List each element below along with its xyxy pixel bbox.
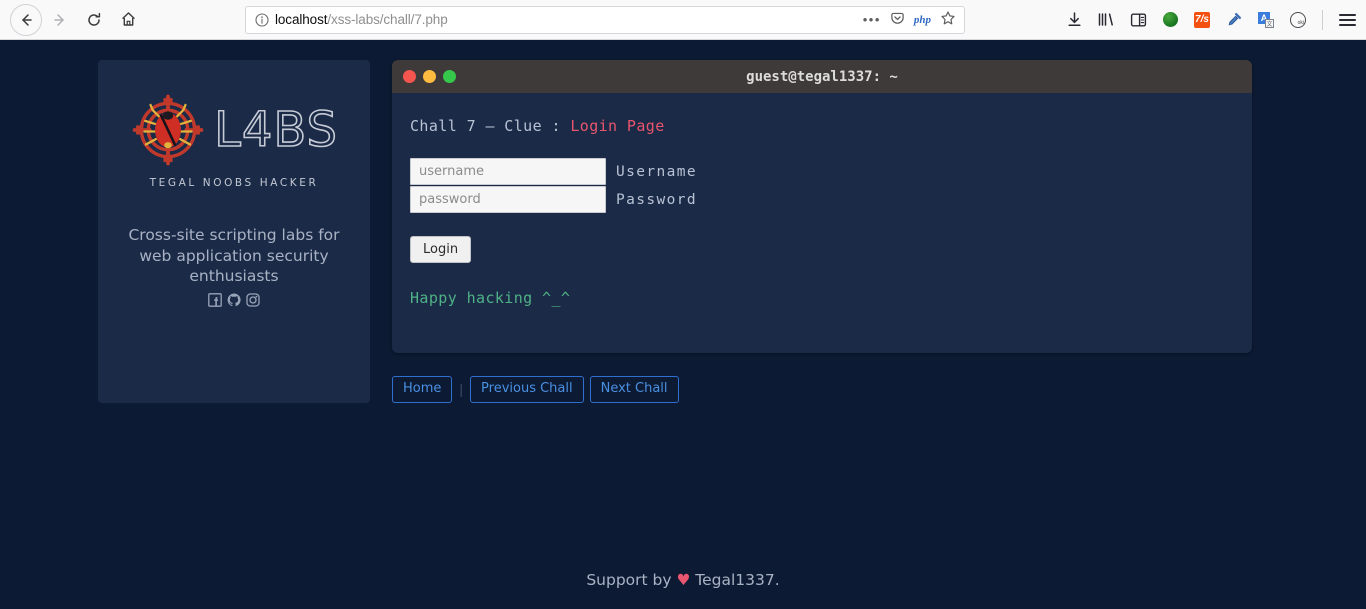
terminal-title: guest@tegal1337: ~ xyxy=(746,68,898,85)
extension-orange-icon[interactable]: 7/s xyxy=(1191,9,1213,31)
facebook-icon[interactable] xyxy=(208,292,222,307)
sidebar-icon[interactable] xyxy=(1127,9,1149,31)
social-links xyxy=(116,292,352,307)
close-traffic-light[interactable] xyxy=(403,70,416,83)
logo-wordmark: L4BS xyxy=(213,102,338,158)
instagram-icon[interactable] xyxy=(246,293,260,307)
page-footer: Support by ♥ Tegal1337. xyxy=(0,571,1366,589)
translate-icon[interactable]: A 文 xyxy=(1255,9,1277,31)
star-icon[interactable] xyxy=(940,10,956,29)
url-path: /xss-labs/chall/7.php xyxy=(327,12,448,27)
password-input[interactable] xyxy=(410,186,606,213)
reload-button[interactable] xyxy=(78,4,110,36)
password-label: Password xyxy=(616,191,698,208)
challenge-navigation: Home | Previous Chall Next Chall xyxy=(392,376,1252,403)
navigation-buttons xyxy=(10,3,144,36)
minimize-traffic-light[interactable] xyxy=(423,70,436,83)
username-input[interactable] xyxy=(410,158,606,185)
extension-green-globe-icon[interactable] xyxy=(1159,9,1181,31)
clue-prefix: Chall 7 — Clue : xyxy=(410,117,571,135)
address-bar[interactable]: localhost/xss-labs/chall/7.php ••• php xyxy=(245,5,965,34)
footer-suffix: Tegal1337. xyxy=(690,571,780,589)
address-bar-container: localhost/xss-labs/chall/7.php ••• php xyxy=(245,5,965,34)
terminal-body: Chall 7 — Clue : Login Page Username Pas… xyxy=(392,93,1252,353)
username-label: Username xyxy=(616,163,698,180)
sidebar-tagline: Cross-site scripting labs for web applic… xyxy=(128,226,340,286)
login-button[interactable]: Login xyxy=(410,236,472,263)
main-layout: L4BS TEGAL NOOBS HACKER Cross-site scrip… xyxy=(0,40,1366,403)
terminal-window: guest@tegal1337: ~ Chall 7 — Clue : Logi… xyxy=(392,60,1252,353)
window-controls xyxy=(403,70,456,83)
php-extension-icon[interactable]: php xyxy=(914,14,931,26)
toolbar-divider xyxy=(1322,9,1323,30)
page-info-icon[interactable] xyxy=(254,12,269,27)
sidebar-card: L4BS TEGAL NOOBS HACKER Cross-site scrip… xyxy=(98,60,370,403)
happy-hacking-text: Happy hacking ^_^ xyxy=(410,289,571,307)
heart-icon: ♥ xyxy=(676,571,691,589)
downloads-icon[interactable] xyxy=(1063,9,1085,31)
previous-chall-button[interactable]: Previous Chall xyxy=(470,376,584,403)
clue-value: Login Page xyxy=(570,117,665,135)
terminal-titlebar: guest@tegal1337: ~ xyxy=(392,60,1252,93)
toolbar-right-icons: 7/s A 文 oki xyxy=(1063,9,1358,31)
terminal-area: guest@tegal1337: ~ Chall 7 — Clue : Logi… xyxy=(392,60,1252,403)
pocket-icon[interactable] xyxy=(890,11,905,29)
username-row: Username xyxy=(410,158,1234,185)
library-icon[interactable] xyxy=(1095,9,1117,31)
github-icon[interactable] xyxy=(227,293,241,307)
hamburger-menu-icon[interactable] xyxy=(1336,9,1358,31)
logo-subtitle: TEGAL NOOBS HACKER xyxy=(149,177,319,189)
login-form: Username Password Login xyxy=(410,158,1234,263)
clue-line: Chall 7 — Clue : Login Page xyxy=(410,117,1234,135)
forward-button[interactable] xyxy=(44,4,76,36)
ellipsis-icon[interactable]: ••• xyxy=(863,13,881,26)
bug-crosshair-logo-icon xyxy=(130,92,206,168)
extension-circle-label: oki xyxy=(1290,11,1306,28)
address-bar-actions: ••• php xyxy=(863,10,958,29)
home-link-button[interactable]: Home xyxy=(392,376,453,403)
url-host: localhost xyxy=(275,12,328,27)
browser-toolbar: localhost/xss-labs/chall/7.php ••• php 7… xyxy=(0,0,1366,40)
back-button[interactable] xyxy=(10,3,42,36)
footer-prefix: Support by xyxy=(586,571,677,589)
logo: L4BS xyxy=(116,92,352,168)
translate-sub: 文 xyxy=(1265,18,1274,28)
password-row: Password xyxy=(410,186,1234,213)
maximize-traffic-light[interactable] xyxy=(443,70,456,83)
home-button[interactable] xyxy=(112,4,144,36)
extension-orange-label: 7/s xyxy=(1194,11,1210,28)
url-text[interactable]: localhost/xss-labs/chall/7.php xyxy=(275,12,857,27)
next-chall-button[interactable]: Next Chall xyxy=(589,376,679,403)
extension-circle-icon[interactable]: oki xyxy=(1287,9,1309,31)
page-content: L4BS TEGAL NOOBS HACKER Cross-site scrip… xyxy=(0,40,1366,609)
eyedropper-icon[interactable] xyxy=(1223,9,1245,31)
nav-separator: | xyxy=(459,381,464,398)
